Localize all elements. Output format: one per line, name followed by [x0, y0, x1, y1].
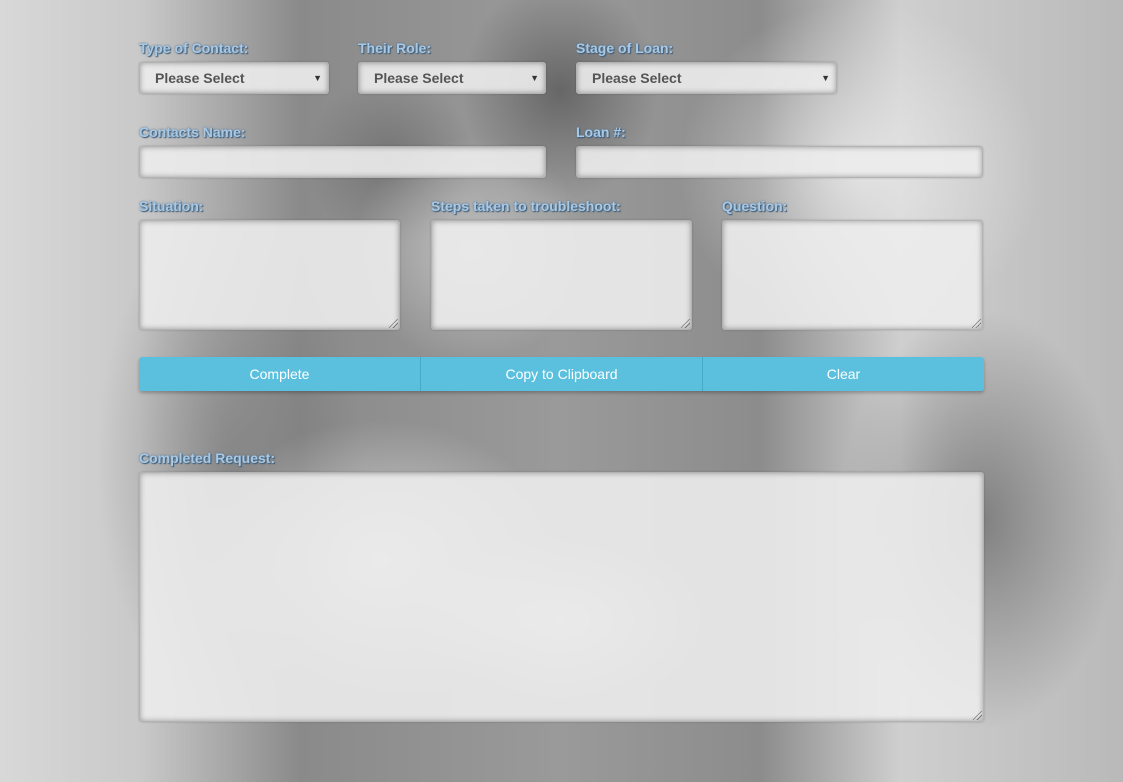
question-textarea[interactable] [722, 220, 983, 330]
clear-button[interactable]: Clear [703, 357, 984, 391]
type-of-contact-value: Please Select [155, 70, 245, 86]
their-role-group: Their Role: Please Select ▼ [358, 40, 546, 94]
type-of-contact-label: Type of Contact: [139, 40, 249, 56]
chevron-down-icon: ▼ [821, 73, 830, 83]
steps-taken-label: Steps taken to troubleshoot: [431, 198, 621, 214]
resize-grip-icon[interactable] [681, 319, 690, 328]
type-of-contact-select[interactable]: Please Select ▼ [139, 62, 329, 94]
loan-number-input[interactable] [576, 146, 983, 178]
their-role-label: Their Role: [358, 40, 432, 56]
stage-of-loan-value: Please Select [592, 70, 682, 86]
steps-taken-group: Steps taken to troubleshoot: [431, 198, 692, 330]
steps-taken-textarea[interactable] [431, 220, 692, 330]
completed-request-group: Completed Request: [139, 450, 984, 724]
details-row: Situation: Steps taken to troubleshoot: … [139, 198, 984, 338]
situation-group: Situation: [139, 198, 400, 330]
stage-of-loan-group: Stage of Loan: Please Select ▼ [576, 40, 837, 94]
resize-grip-icon[interactable] [973, 711, 982, 720]
loan-number-label: Loan #: [576, 124, 626, 140]
question-label: Question: [722, 198, 788, 214]
name-loan-row: Contacts Name: Loan #: [139, 124, 984, 180]
chevron-down-icon: ▼ [530, 73, 539, 83]
contacts-name-input[interactable] [139, 146, 546, 178]
action-button-group: Complete Copy to Clipboard Clear [139, 357, 984, 391]
resize-grip-icon[interactable] [972, 319, 981, 328]
contacts-name-group: Contacts Name: [139, 124, 546, 178]
complete-button[interactable]: Complete [139, 357, 421, 391]
contacts-name-label: Contacts Name: [139, 124, 246, 140]
their-role-select[interactable]: Please Select ▼ [358, 62, 546, 94]
stage-of-loan-select[interactable]: Please Select ▼ [576, 62, 837, 94]
chevron-down-icon: ▼ [313, 73, 322, 83]
type-of-contact-group: Type of Contact: Please Select ▼ [139, 40, 329, 94]
completed-request-label: Completed Request: [139, 450, 276, 466]
question-group: Question: [722, 198, 983, 330]
select-row: Type of Contact: Please Select ▼ Their R… [139, 40, 984, 100]
situation-label: Situation: [139, 198, 204, 214]
copy-to-clipboard-button[interactable]: Copy to Clipboard [421, 357, 703, 391]
loan-number-group: Loan #: [576, 124, 983, 178]
stage-of-loan-label: Stage of Loan: [576, 40, 674, 56]
completed-request-textarea[interactable] [139, 472, 984, 722]
situation-textarea[interactable] [139, 220, 400, 330]
resize-grip-icon[interactable] [389, 319, 398, 328]
their-role-value: Please Select [374, 70, 464, 86]
